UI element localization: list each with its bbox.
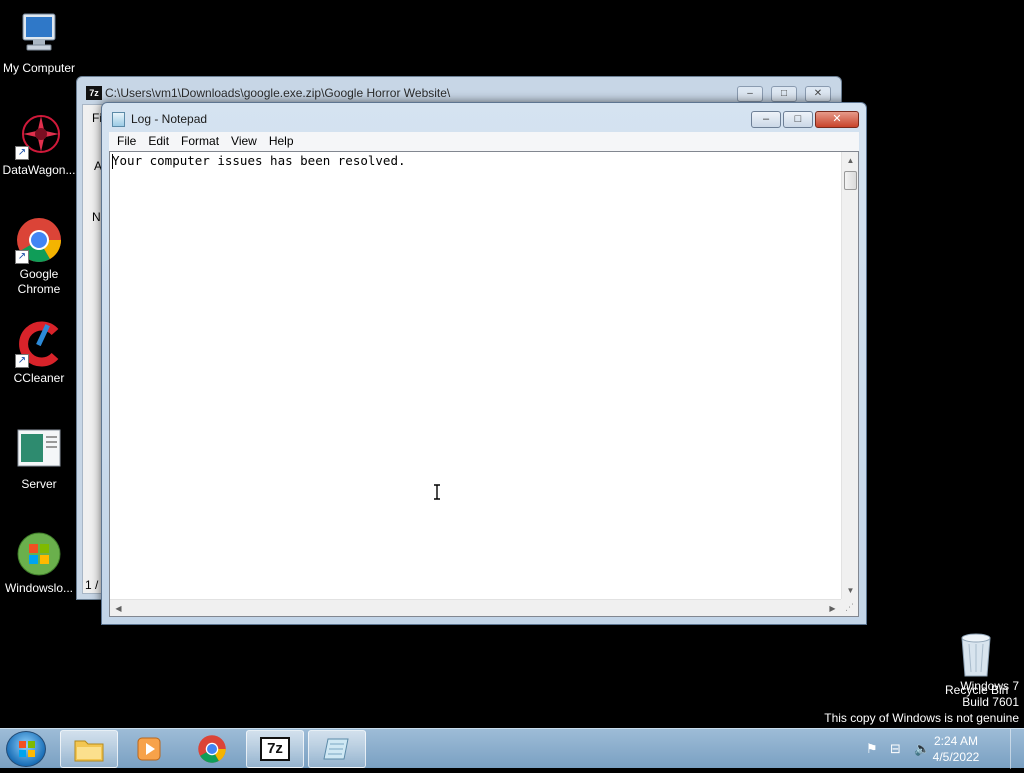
system-clock[interactable]: 2:24 AM 4/5/2022	[926, 733, 986, 765]
menu-edit[interactable]: Edit	[142, 132, 175, 151]
windows-watermark: Windows 7 Build 7601 This copy of Window…	[824, 678, 1019, 726]
taskbar: 7z ⚑ ⊟ 🔈 2:24 AM 4/5/2022	[0, 728, 1024, 769]
menu-bar: File Edit Format View Help	[109, 132, 859, 151]
desktop-icon-ccleaner[interactable]: ↗ CCleaner	[0, 320, 78, 386]
desktop-icon-label: Google Chrome	[17, 267, 61, 296]
windows-loader-icon	[15, 530, 63, 578]
desktop-icon-label: Server	[21, 477, 57, 491]
folder-icon	[74, 740, 104, 762]
desktop-icon-windowsloader[interactable]: Windowslo...	[0, 530, 78, 596]
horizontal-scrollbar[interactable]: ◀ ▶	[110, 599, 841, 616]
show-desktop-button[interactable]	[1010, 729, 1024, 769]
menu-format[interactable]: Format	[175, 132, 225, 151]
scroll-thumb[interactable]	[844, 171, 857, 190]
media-player-icon	[137, 737, 161, 761]
shortcut-arrow-icon: ↗	[15, 146, 29, 160]
desktop-icon-label: DataWagon...	[2, 163, 76, 177]
notepad-app-icon	[112, 112, 125, 127]
scroll-down-arrow-icon[interactable]: ▼	[842, 582, 859, 599]
7zip-column-header-fragment[interactable]: N	[92, 210, 101, 224]
start-button[interactable]	[6, 731, 46, 767]
notepad-window[interactable]: Log - Notepad – □ ✕ File Edit Format Vie…	[101, 102, 867, 625]
server-icon	[15, 426, 63, 474]
scroll-up-arrow-icon[interactable]: ▲	[842, 152, 859, 169]
close-button[interactable]: ✕	[815, 111, 859, 128]
scroll-right-arrow-icon[interactable]: ▶	[824, 600, 841, 617]
desktop-icon-server[interactable]: Server	[0, 426, 78, 492]
menu-help[interactable]: Help	[263, 132, 300, 151]
7zip-maximize-button[interactable]: □	[771, 86, 797, 102]
watermark-build: Build 7601	[962, 695, 1019, 709]
taskbar-media-player[interactable]	[120, 730, 178, 768]
text-editor-area[interactable]: Your computer issues has been resolved. …	[109, 151, 859, 617]
watermark-os: Windows 7	[960, 679, 1019, 693]
clock-time: 2:24 AM	[933, 734, 979, 748]
ccleaner-icon: ↗	[15, 320, 63, 368]
shortcut-arrow-icon: ↗	[15, 250, 29, 264]
desktop-icon-label: My Computer	[2, 61, 76, 75]
clock-date: 4/5/2022	[932, 750, 980, 764]
7zip-window-title: C:\Users\vm1\Downloads\google.exe.zip\Go…	[105, 86, 451, 100]
windows-logo-icon	[19, 741, 35, 757]
chrome-icon	[198, 735, 226, 763]
7zip-icon: 7z	[260, 737, 290, 761]
my-computer-icon	[15, 10, 63, 58]
taskbar-explorer[interactable]	[60, 730, 118, 768]
7zip-minimize-button[interactable]: –	[737, 86, 763, 102]
document-text[interactable]: Your computer issues has been resolved.	[112, 153, 406, 168]
taskbar-7zip[interactable]: 7z	[246, 730, 304, 768]
menu-file[interactable]: File	[111, 132, 142, 151]
desktop-icon-datawagon[interactable]: ↗ DataWagon...	[0, 112, 78, 178]
taskbar-notepad[interactable]	[308, 730, 366, 768]
action-center-flag-icon[interactable]: ⚑	[866, 741, 882, 757]
text-caret	[112, 154, 113, 169]
desktop-icon-label: CCleaner	[13, 371, 65, 385]
datawagon-icon: ↗	[15, 112, 63, 160]
desktop-icon-label: Windowslo...	[4, 581, 74, 595]
text-cursor-icon	[434, 484, 440, 500]
window-controls: – □ ✕	[751, 111, 859, 128]
desktop-icon-my-computer[interactable]: My Computer	[0, 10, 78, 76]
size-grip[interactable]: ⋰	[841, 599, 858, 616]
minimize-button[interactable]: –	[751, 111, 781, 128]
notepad-icon	[323, 738, 349, 760]
recycle-bin-icon	[961, 633, 991, 677]
desktop-icon-google-chrome[interactable]: ↗ Google Chrome	[0, 216, 78, 297]
shortcut-arrow-icon: ↗	[15, 354, 29, 368]
menu-view[interactable]: View	[225, 132, 263, 151]
7zip-close-button[interactable]: ✕	[805, 86, 831, 102]
7zip-status-fragment: 1 /	[85, 578, 99, 592]
desktop-icon-recycle-bin[interactable]	[940, 632, 1012, 681]
notepad-window-title: Log - Notepad	[131, 112, 208, 126]
vertical-scrollbar[interactable]: ▲ ▼	[841, 152, 858, 599]
scroll-left-arrow-icon[interactable]: ◀	[110, 600, 127, 617]
watermark-genuine-notice: This copy of Windows is not genuine	[824, 711, 1019, 725]
maximize-button[interactable]: □	[783, 111, 813, 128]
network-icon[interactable]: ⊟	[890, 741, 906, 757]
chrome-icon: ↗	[15, 216, 63, 264]
7zip-app-icon: 7z	[86, 86, 102, 100]
taskbar-chrome[interactable]	[183, 730, 241, 768]
